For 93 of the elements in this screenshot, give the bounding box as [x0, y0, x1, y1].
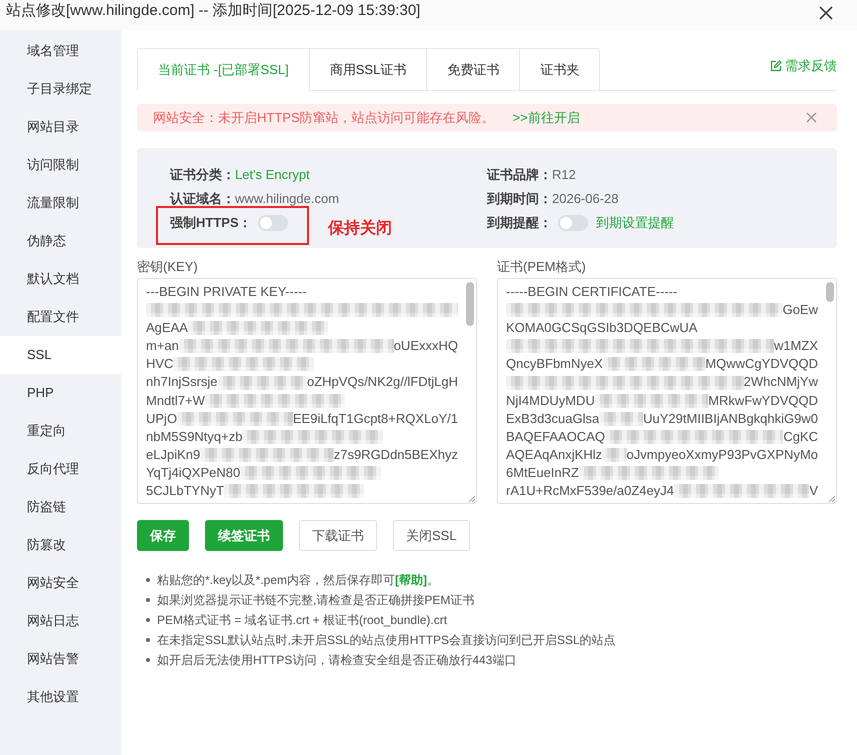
key-text: eLJpiKn9 [146, 446, 200, 464]
annotation-note: 保持关闭 [328, 219, 392, 239]
certificate-text: rA1U+RcMxF539e/a0Z4eyJ4 [506, 482, 674, 500]
sidebar-item[interactable]: 其他设置 [0, 678, 121, 716]
note-text: PEM格式证书 = 域名证书.crt + 根证书(root_bundle).crt [157, 612, 448, 629]
certificate-text: QncyBFbmNyeX [506, 355, 603, 374]
bullet-icon [146, 638, 150, 642]
alert-message: 网站安全：未开启HTTPS防窜站，站点访问可能存在风险。 [153, 108, 495, 127]
field-value: R12 [552, 166, 576, 184]
certificate-text: 2WhcNMjYw [744, 373, 818, 392]
certificate-text: BAQEFAAOCAQ [506, 428, 605, 446]
note-text: 在未指定SSL默认站点时,未开启SSL的站点使用HTTPS会直接访问到已开启SSL的站点 [157, 632, 616, 649]
certificate-text: MRkwFwYDVQQD [708, 392, 818, 410]
key-text: HVC [146, 355, 174, 374]
note-text: 如果浏览器提示证书链不完整,请检查是否正确拼接PEM证书 [157, 592, 474, 609]
sidebar-item[interactable]: 网站安全 [0, 564, 121, 602]
bullet-icon [146, 658, 150, 662]
sidebar-item[interactable]: 域名管理 [0, 32, 121, 70]
field-label: 密钥(KEY) [137, 258, 199, 276]
field-value: 2026-06-28 [552, 190, 618, 208]
certificate-textarea[interactable] [497, 278, 837, 504]
field-label: 到期时间： [487, 190, 552, 208]
field-label: 到期提醒： [487, 214, 552, 232]
button[interactable]: 下载证书 [299, 520, 377, 551]
bullet-icon [146, 618, 150, 622]
sidebar-item[interactable]: 伪静态 [0, 222, 121, 260]
key-text: nbM5S9Ntyq+zb [146, 428, 242, 446]
sidebar-item[interactable]: 配置文件 [0, 298, 121, 336]
key-text: oZHpVQs/NK2g//lFDtjLgH [307, 373, 458, 392]
key-text: Mndtl7+W [146, 392, 205, 410]
bullet-icon [146, 598, 150, 602]
key-text: UPjO [146, 410, 178, 428]
certificate-text: CgKC [783, 428, 818, 446]
toggle-switch[interactable] [558, 215, 588, 231]
note-text: 如开启后无法使用HTTPS访问，请检查安全组是否正确放行443端口 [157, 652, 516, 669]
key-textarea[interactable]: ---BEGIN PRIVATE KEY----- AgEAA m+an oUExxxHQ HVC nh7InjSsrsje oZHpVQs/NK2g//lFDtjLgH Mndtl7+W UPjO EE9iLfqT1Gcpt8+RQXLoY/1 nbM5S9Ntyq+zb eLJpiKn9 z7s9RGDdn5BEXhyz YqTj4iQXPeN80 5CJLbTYNyT [137, 278, 477, 504]
certificate-text: UuY29tMIIBIjANBgkqhkiG9w0 [643, 410, 818, 428]
field-value: www.hilingde.com [235, 190, 340, 208]
certificate-text: AQEAqAnxjKHlz [506, 446, 602, 464]
certificate-text: 6MtEueInRZ [506, 464, 579, 482]
redaction-block [599, 412, 644, 426]
certificate-text: GoEw [782, 301, 818, 320]
sidebar-item[interactable]: 防盗链 [0, 488, 121, 526]
key-text: ---BEGIN PRIVATE KEY----- [146, 283, 307, 301]
sidebar-item[interactable]: 网站日志 [0, 602, 121, 640]
note-text: 粘贴您的*.key以及*.pem内容，然后保存即可[帮助]。 [157, 572, 440, 589]
scrollbar-thumb[interactable] [466, 282, 474, 326]
sidebar-item[interactable]: 网站告警 [0, 640, 121, 678]
certificate-text: w1MZX [774, 337, 818, 356]
sidebar-item[interactable]: 防篡改 [0, 526, 121, 564]
certificate-text: MQwwCgYDVQQD [705, 355, 818, 374]
certificate-text: oJvmpyeoXxmyP93PvGXPNyMo [626, 446, 818, 464]
button[interactable]: 关闭SSL [393, 520, 470, 551]
scrollbar-thumb[interactable] [826, 282, 834, 302]
toggle-switch[interactable] [258, 215, 288, 231]
tab[interactable]: 商用SSL证书 [310, 48, 428, 91]
key-text: oUExxxHQ [394, 337, 458, 356]
sidebar-item[interactable]: 反向代理 [0, 450, 121, 488]
edit-icon [770, 60, 782, 72]
resize-handle-icon[interactable] [829, 496, 835, 502]
certificate-text: KOMA0GCSqGSIb3DQEBCwUA [506, 319, 698, 338]
window-title: 站点修改[www.hilingde.com] -- 添加时间[2025-12-09 15:39:30] [6, 2, 420, 20]
field-label: 证书(PEM格式) [497, 258, 587, 276]
sidebar-item[interactable]: 默认文档 [0, 260, 121, 298]
certificate-text: -----BEGIN CERTIFICATE----- [506, 283, 678, 301]
field-label: 证书品牌： [487, 166, 552, 184]
sidebar-item[interactable]: 流量限制 [0, 184, 121, 222]
key-text: YqTj4iQXPeN80 [146, 464, 240, 482]
field-label: 证书分类： [170, 166, 235, 184]
tab[interactable]: 证书夹 [520, 48, 600, 91]
sidebar-item[interactable]: 子目录绑定 [0, 70, 121, 108]
field-label: 强制HTTPS： [170, 214, 252, 232]
key-text: m+an [146, 337, 179, 356]
certificate-text: NjI4MDUyMDU [506, 392, 595, 410]
certificate-text: ExB3d3cuaGlsa [506, 410, 600, 428]
bullet-icon [146, 578, 150, 582]
tab[interactable]: 免费证书 [427, 48, 520, 91]
field-value: Let's Encrypt [235, 166, 310, 184]
sidebar-item[interactable]: 网站目录 [0, 108, 121, 146]
key-text: 5CJLbTYNyT [146, 482, 224, 500]
field-label: 认证域名： [170, 190, 235, 208]
sidebar-item[interactable]: PHP [0, 374, 121, 412]
redaction-block [602, 448, 627, 462]
sidebar-item[interactable]: 重定向 [0, 412, 121, 450]
close-icon[interactable] [819, 6, 833, 20]
certificate-text: V [809, 482, 818, 500]
key-text: EE9iLfqT1Gcpt8+RQXLoY/1 [292, 410, 458, 428]
key-text: nh7InjSsrsje [146, 373, 218, 392]
sidebar-item[interactable]: 访问限制 [0, 146, 121, 184]
resize-handle-icon[interactable] [469, 496, 475, 502]
sidebar-item[interactable]: SSL [0, 336, 121, 374]
key-text: AgEAA [146, 319, 188, 338]
key-text: z7s9RGDdn5BEXhyz [334, 446, 458, 464]
